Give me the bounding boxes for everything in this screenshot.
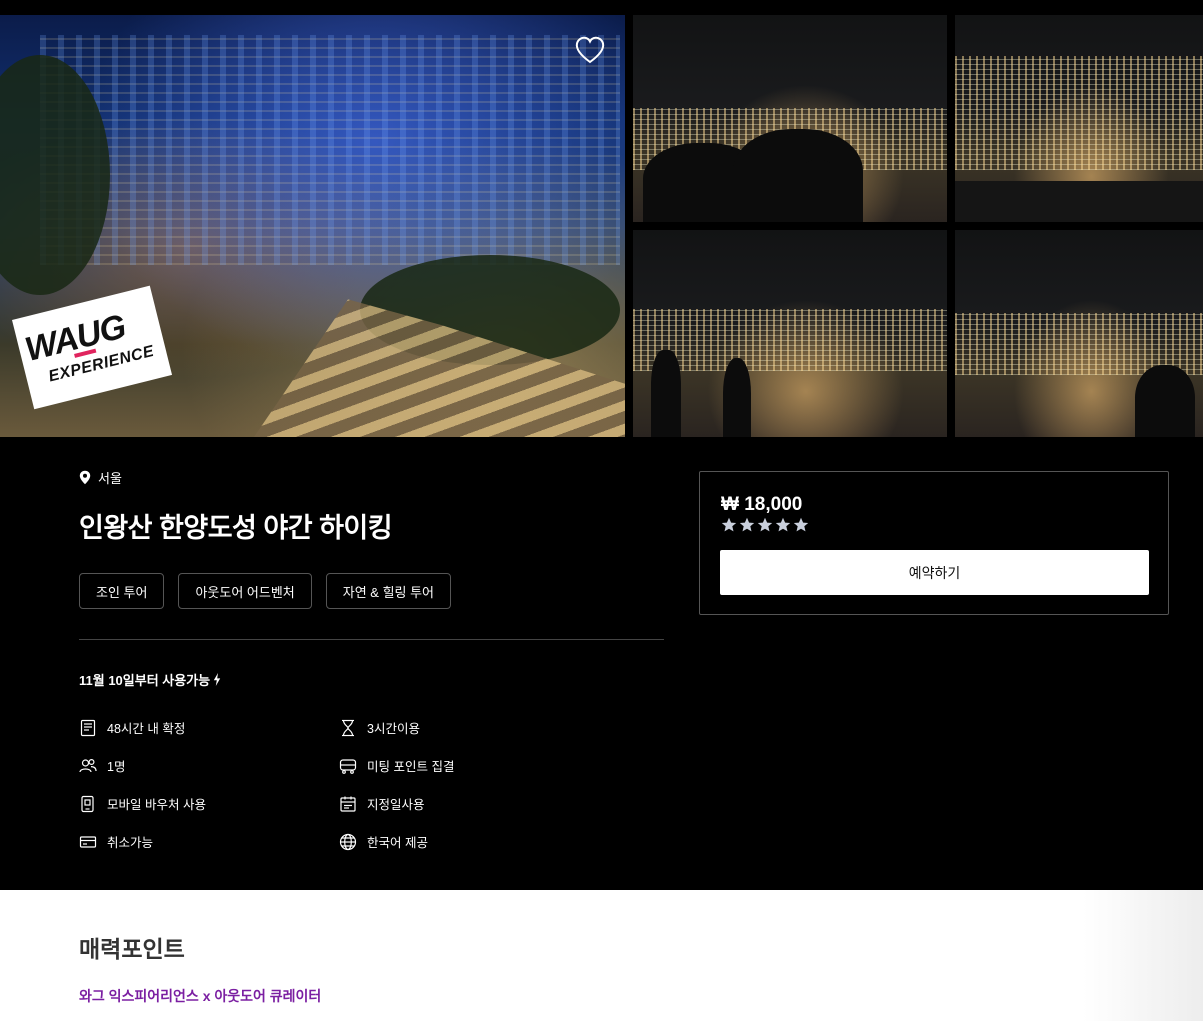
book-button[interactable]: 예약하기 bbox=[720, 550, 1149, 595]
booking-card: ₩ 18,000 예약하기 bbox=[699, 471, 1169, 615]
star-icon bbox=[739, 517, 755, 532]
gallery-photo-3[interactable] bbox=[955, 15, 1203, 222]
feature-label: 모바일 바우처 사용 bbox=[107, 798, 206, 812]
map-pin-icon bbox=[79, 470, 91, 485]
location-label: 서울 bbox=[98, 471, 122, 486]
main-photo[interactable]: WAUG EXPERIENCE bbox=[0, 15, 625, 437]
page-title: 인왕산 한양도성 야간 하이킹 bbox=[79, 513, 393, 543]
feature-meeting-point: 미팅 포인트 집결 bbox=[339, 756, 454, 775]
feature-label: 1명 bbox=[107, 760, 126, 774]
availability: 11월 10일부터 사용가능 bbox=[79, 670, 221, 689]
hourglass-icon bbox=[342, 719, 354, 736]
tag-outdoor-adventure[interactable]: 아웃도어 어드벤처 bbox=[178, 573, 312, 609]
feature-cancellation: 취소가능 bbox=[79, 832, 153, 851]
feature-label: 한국어 제공 bbox=[367, 836, 428, 850]
section-title: 매력포인트 bbox=[79, 936, 185, 962]
star-icon bbox=[721, 517, 737, 532]
price: ₩ 18,000 bbox=[721, 494, 803, 515]
calendar-icon bbox=[340, 796, 356, 812]
people-icon bbox=[79, 758, 97, 772]
city-lights bbox=[40, 35, 620, 265]
feature-confirmation: 48시간 내 확정 bbox=[79, 718, 185, 737]
mobile-voucher-icon bbox=[81, 795, 94, 812]
feature-label: 미팅 포인트 집결 bbox=[367, 760, 455, 774]
waug-experience-logo: WAUG EXPERIENCE bbox=[12, 285, 173, 410]
divider bbox=[79, 639, 664, 640]
location: 서울 bbox=[79, 468, 122, 487]
tag-nature-healing[interactable]: 자연 & 힐링 투어 bbox=[325, 573, 452, 609]
star-icon bbox=[757, 517, 773, 532]
feature-language: 한국어 제공 bbox=[339, 832, 428, 851]
card-icon bbox=[79, 835, 97, 848]
feature-date: 지정일사용 bbox=[339, 794, 425, 813]
feature-mobile-voucher: 모바일 바우처 사용 bbox=[79, 794, 206, 813]
feature-duration: 3시간이용 bbox=[339, 718, 420, 737]
feature-people: 1명 bbox=[79, 756, 125, 775]
tag-join-tour[interactable]: 조인 투어 bbox=[79, 573, 165, 609]
receipt-icon bbox=[80, 719, 96, 736]
section-subtitle: 와그 익스피어리언스 x 아웃도어 큐레이터 bbox=[79, 988, 322, 1004]
heart-icon[interactable] bbox=[574, 35, 606, 65]
gallery-photo-5[interactable] bbox=[955, 230, 1203, 437]
feature-label: 지정일사용 bbox=[367, 798, 425, 812]
availability-text: 11월 10일부터 사용가능 bbox=[79, 673, 211, 688]
gallery-photo-4[interactable] bbox=[633, 230, 947, 437]
feature-label: 3시간이용 bbox=[367, 722, 420, 736]
gallery-photo-2[interactable] bbox=[633, 15, 947, 222]
rating-stars bbox=[721, 517, 809, 533]
feature-label: 취소가능 bbox=[107, 836, 154, 850]
globe-icon bbox=[339, 833, 357, 850]
feature-label: 48시간 내 확정 bbox=[107, 722, 186, 736]
highlights-section: 매력포인트 와그 익스피어리언스 x 아웃도어 큐레이터 bbox=[0, 890, 1203, 1021]
star-icon bbox=[775, 517, 791, 532]
tag-list: 조인 투어 아웃도어 어드벤처 자연 & 힐링 투어 bbox=[79, 573, 452, 609]
star-icon bbox=[793, 517, 809, 532]
lightning-icon bbox=[213, 673, 221, 686]
photo-gallery: WAUG EXPERIENCE bbox=[0, 15, 1203, 437]
bus-icon bbox=[339, 758, 357, 774]
